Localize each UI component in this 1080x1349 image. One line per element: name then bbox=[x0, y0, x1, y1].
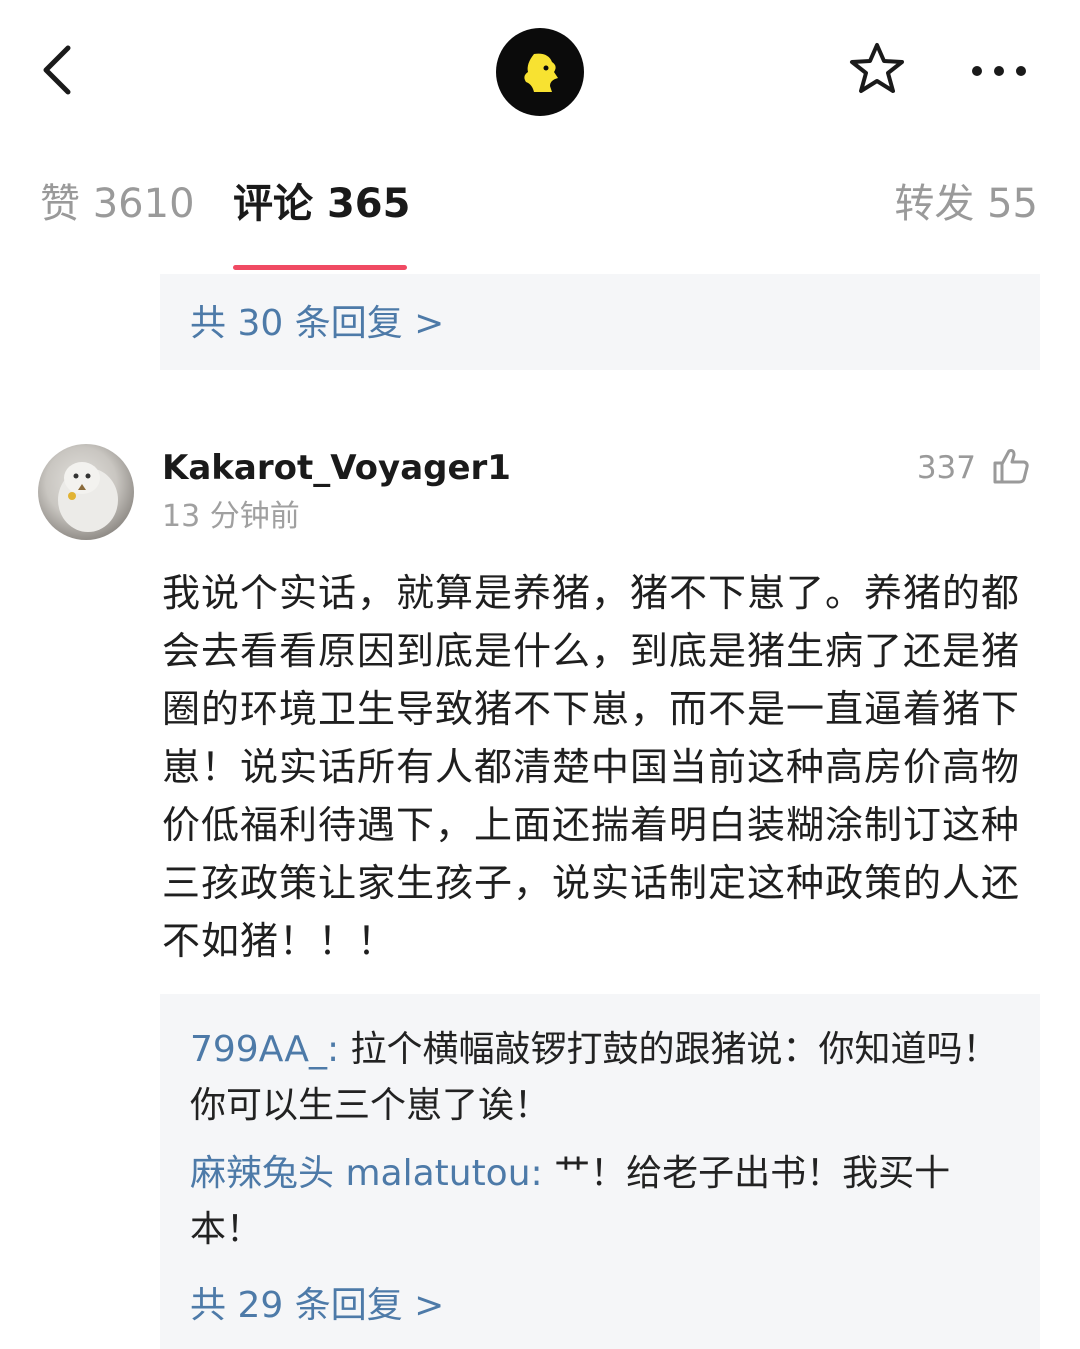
more-replies-link[interactable]: 共 29 条回复 > bbox=[190, 1276, 444, 1328]
favorite-button[interactable] bbox=[846, 40, 908, 102]
avatar-image bbox=[58, 462, 118, 532]
comment-username[interactable]: Kakarot_Voyager1 bbox=[162, 444, 511, 492]
logo-icon bbox=[524, 53, 558, 92]
tab-comments[interactable]: 评论 365 bbox=[233, 176, 410, 232]
active-tab-indicator bbox=[233, 265, 407, 270]
like-count: 337 bbox=[916, 450, 976, 486]
reply-username[interactable]: 麻辣兔头 malatutou: bbox=[190, 1153, 543, 1194]
comment-body: 我说个实话，就算是养猪，猪不下崽了。养猪的都会去看看原因到底是什么，到底是猪生病… bbox=[162, 571, 1021, 963]
like-button[interactable]: 337 bbox=[917, 444, 1030, 492]
reply-preview-box: 799AA_: 拉个横幅敲锣打鼓的跟猪说：你知道吗！你可以生三个崽了诶！ 麻辣兔… bbox=[160, 994, 1040, 1349]
reply-item: 麻辣兔头 malatutou: 艹！给老子出书！我买十本！ bbox=[190, 1146, 1006, 1258]
tab-likes-count: 3610 bbox=[92, 181, 195, 227]
tab-reposts-count: 55 bbox=[987, 181, 1038, 227]
more-button[interactable] bbox=[966, 46, 1032, 98]
chevron-left-icon bbox=[38, 42, 78, 102]
tab-likes[interactable]: 赞 3610 bbox=[40, 176, 195, 232]
avatar[interactable] bbox=[38, 444, 134, 540]
tab-likes-label: 赞 bbox=[40, 181, 80, 227]
previous-more-replies-link[interactable]: 共 30 条回复 > bbox=[190, 294, 444, 346]
thumbs-up-icon bbox=[990, 446, 1030, 490]
comment-timestamp: 13 分钟前 bbox=[162, 499, 300, 534]
tab-comments-label: 评论 bbox=[233, 181, 313, 227]
reply-username[interactable]: 799AA_: bbox=[190, 1029, 339, 1070]
more-horizontal-icon bbox=[969, 63, 1029, 82]
back-button[interactable] bbox=[28, 40, 88, 104]
tab-reposts-label: 转发 bbox=[894, 181, 975, 227]
tab-reposts[interactable]: 转发 55 bbox=[894, 176, 1038, 232]
previous-reply-box: 共 30 条回复 > bbox=[160, 274, 1040, 370]
app-logo[interactable] bbox=[496, 28, 584, 116]
star-icon bbox=[848, 41, 906, 101]
tab-comments-count: 365 bbox=[326, 181, 411, 227]
reply-item: 799AA_: 拉个横幅敲锣打鼓的跟猪说：你知道吗！你可以生三个崽了诶！ bbox=[190, 1022, 1006, 1134]
